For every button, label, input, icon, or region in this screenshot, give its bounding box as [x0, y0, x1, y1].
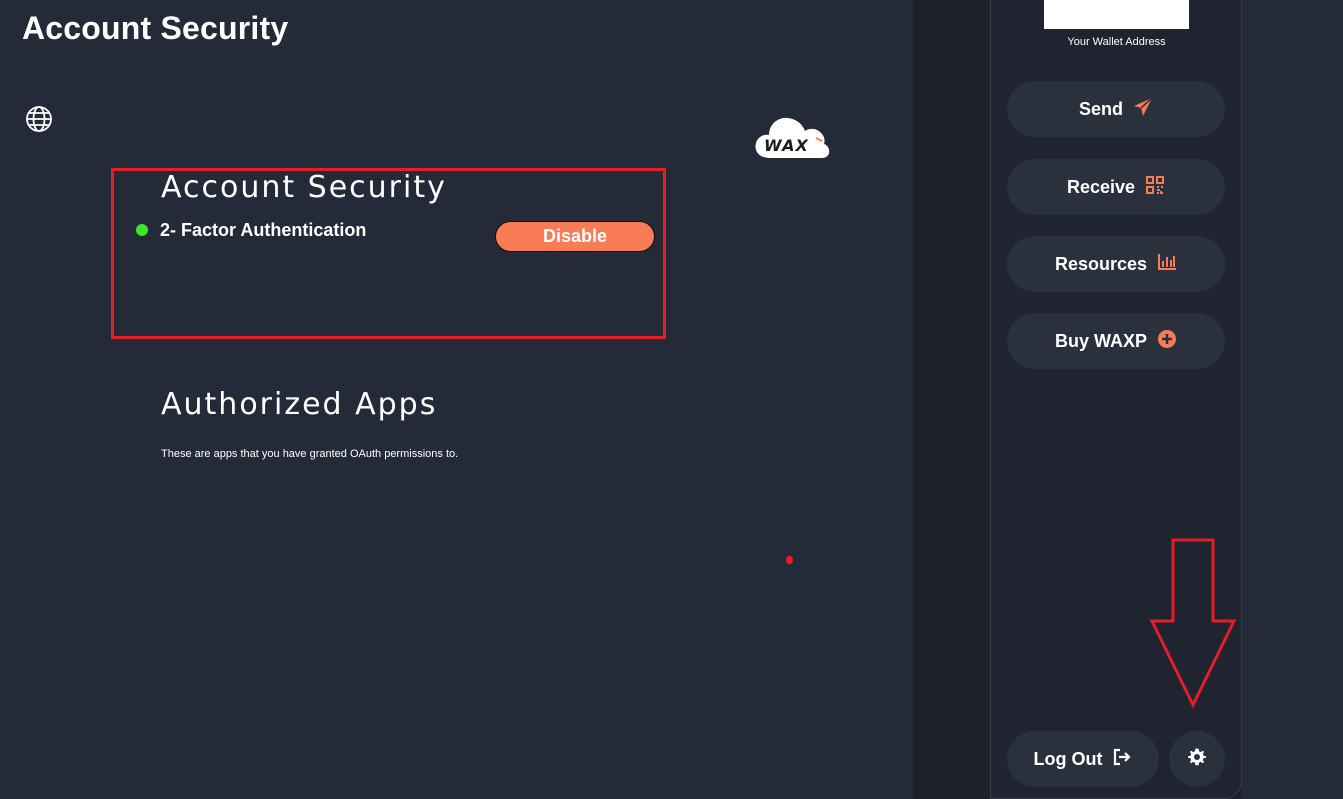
send-button[interactable]: Send [1007, 81, 1225, 137]
logout-button[interactable]: Log Out [1007, 731, 1159, 787]
buy-waxp-label: Buy WAXP [1054, 330, 1147, 351]
send-label: Send [1078, 98, 1123, 119]
tfa-label: 2- Factor Authentication [160, 220, 367, 240]
main-content: Account Security WAX Account Security 2-… [0, 0, 913, 799]
annotation-arrow [1148, 537, 1238, 709]
buy-waxp-button[interactable]: Buy WAXP [1007, 313, 1225, 369]
wallet-qr-code [1044, 0, 1189, 29]
resources-button[interactable]: Resources [1007, 236, 1225, 292]
qr-code-icon [1145, 175, 1165, 200]
paper-plane-icon [1133, 96, 1153, 122]
wax-cloud-logo: WAX [752, 110, 832, 162]
bar-chart-icon [1157, 252, 1177, 277]
logout-label: Log Out [1033, 748, 1103, 769]
globe-icon[interactable] [25, 105, 53, 133]
page-title: Account Security [22, 10, 289, 46]
gear-icon [1187, 747, 1207, 772]
settings-button[interactable] [1169, 731, 1225, 787]
receive-button[interactable]: Receive [1007, 159, 1225, 215]
receive-label: Receive [1066, 176, 1136, 197]
sign-out-icon [1112, 747, 1132, 772]
authorized-apps-heading: Authorized Apps [161, 387, 438, 422]
wax-logo-text: WAX [764, 136, 809, 155]
annotation-dot [786, 556, 793, 564]
authorized-apps-description: These are apps that you have granted OAu… [161, 448, 459, 460]
tfa-status-dot [136, 224, 148, 236]
plus-circle-icon [1157, 329, 1177, 354]
wallet-address-label: Your Wallet Address [1067, 36, 1166, 48]
account-security-heading: Account Security [161, 170, 447, 205]
disable-2fa-button[interactable]: Disable [495, 221, 655, 252]
resources-label: Resources [1054, 253, 1148, 274]
